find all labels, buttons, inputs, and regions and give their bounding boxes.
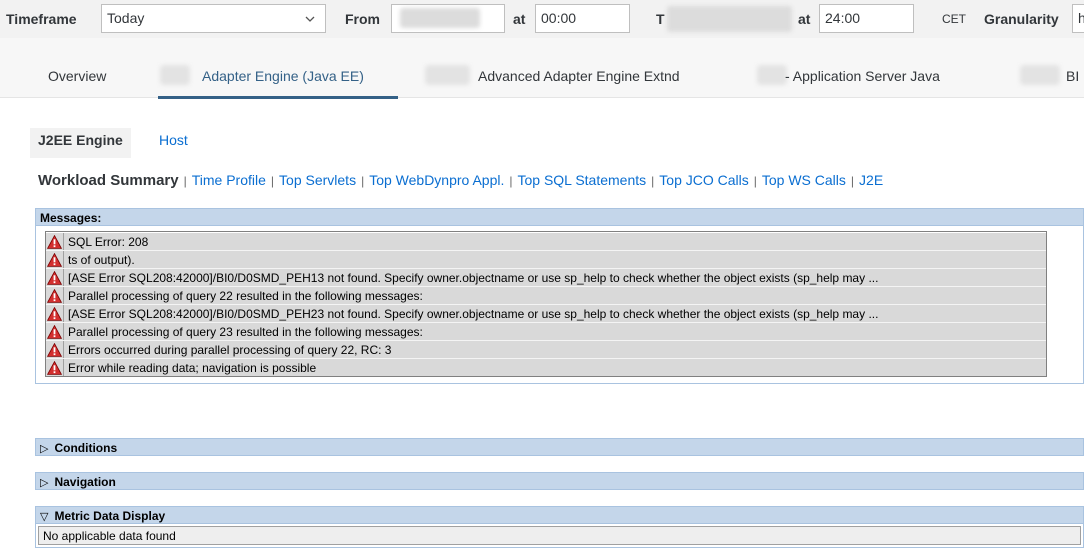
no-data-message: No applicable data found	[38, 526, 1081, 545]
link-workload-summary[interactable]: Workload Summary	[38, 172, 179, 189]
conditions-section[interactable]: ▷ Conditions	[35, 438, 1084, 456]
timeframe-label: Timeframe	[6, 11, 77, 27]
active-tab-indicator	[158, 96, 398, 99]
message-row: [ASE Error SQL208:42000]/BI0/D0SMD_PEH13…	[46, 268, 1046, 286]
from-at-label: at	[513, 11, 526, 27]
message-row: ts of output).	[46, 250, 1046, 268]
tab-bi[interactable]: BI	[1066, 68, 1079, 84]
from-label: From	[345, 11, 380, 27]
message-row: SQL Error: 208	[46, 232, 1046, 250]
metric-data-body: No applicable data found	[35, 524, 1084, 548]
conditions-title: Conditions	[54, 441, 118, 455]
granularity-select[interactable]: h	[1072, 4, 1084, 33]
from-time-input[interactable]: 00:00	[535, 4, 630, 33]
link-time-profile[interactable]: Time Profile	[192, 172, 266, 188]
link-j2e[interactable]: J2E	[859, 172, 883, 188]
tab-overview[interactable]: Overview	[48, 68, 106, 84]
error-icon	[46, 323, 64, 340]
expand-triangle-icon: ▷	[40, 443, 49, 455]
from-time-value: 00:00	[541, 10, 577, 26]
metric-data-title: Metric Data Display	[54, 509, 166, 523]
redacted-date	[400, 8, 480, 28]
timezone-label: CET	[942, 12, 966, 26]
error-icon	[46, 359, 64, 376]
redacted-tab-prefix	[1020, 65, 1060, 85]
message-text: [ASE Error SQL208:42000]/BI0/D0SMD_PEH23…	[68, 306, 879, 321]
tab-application-server-java[interactable]: - Application Server Java	[785, 68, 940, 84]
tab-adapter-engine[interactable]: Adapter Engine (Java EE)	[202, 68, 364, 84]
message-text: ts of output).	[68, 252, 135, 267]
redacted-tab-prefix	[160, 65, 190, 85]
link-top-jco[interactable]: Top JCO Calls	[659, 172, 748, 188]
redacted-to-date	[667, 6, 792, 32]
message-row: Parallel processing of query 22 resulted…	[46, 286, 1046, 304]
subtab-j2ee-engine[interactable]: J2EE Engine	[30, 128, 131, 158]
message-text: SQL Error: 208	[68, 234, 149, 249]
subtab-host[interactable]: Host	[151, 128, 196, 158]
timeframe-select[interactable]: Today	[101, 4, 326, 33]
message-text: Error while reading data; navigation is …	[68, 360, 317, 375]
to-label: T	[656, 11, 665, 27]
collapse-triangle-icon: ▽	[40, 511, 49, 523]
view-link-row: Workload Summary | Time Profile | Top Servle…	[38, 172, 884, 189]
message-row: [ASE Error SQL208:42000]/BI0/D0SMD_PEH23…	[46, 304, 1046, 322]
error-icon	[46, 251, 64, 268]
message-text: [ASE Error SQL208:42000]/BI0/D0SMD_PEH13…	[68, 270, 879, 285]
from-date-input[interactable]	[391, 4, 505, 33]
error-icon	[46, 269, 64, 286]
metric-data-section: ▽ Metric Data Display No applicable data …	[35, 506, 1084, 548]
expand-triangle-icon: ▷	[40, 477, 49, 489]
granularity-label: Granularity	[984, 11, 1059, 27]
message-list: SQL Error: 208 ts of output). [ASE Error S…	[45, 231, 1047, 377]
metric-data-header[interactable]: ▽ Metric Data Display	[35, 506, 1084, 524]
error-icon	[46, 305, 64, 322]
link-top-ws[interactable]: Top WS Calls	[762, 172, 846, 188]
error-icon	[46, 341, 64, 358]
tab-advanced-adapter-engine[interactable]: Advanced Adapter Engine Extnd	[478, 68, 680, 84]
main-tab-bar: Overview Adapter Engine (Java EE) Advanc…	[0, 38, 1084, 99]
link-top-sql[interactable]: Top SQL Statements	[517, 172, 646, 188]
timeframe-value: Today	[107, 10, 145, 26]
message-text: Errors occurred during parallel processi…	[68, 342, 392, 357]
message-row: Errors occurred during parallel processi…	[46, 340, 1046, 358]
link-top-servlets[interactable]: Top Servlets	[279, 172, 356, 188]
navigation-title: Navigation	[54, 475, 116, 489]
chevron-down-icon	[305, 16, 315, 22]
message-row: Parallel processing of query 23 resulted…	[46, 322, 1046, 340]
message-text: Parallel processing of query 22 resulted…	[68, 288, 423, 303]
to-at-label: at	[798, 11, 811, 27]
granularity-value: h	[1078, 10, 1084, 26]
messages-body: SQL Error: 208 ts of output). [ASE Error S…	[35, 226, 1084, 384]
redacted-tab-prefix	[425, 65, 470, 85]
filter-bar: Timeframe Today From at 00:00 T at 24:00…	[0, 0, 1084, 38]
link-top-webdynpro[interactable]: Top WebDynpro Appl.	[369, 172, 504, 188]
error-icon	[46, 233, 64, 250]
error-icon	[46, 287, 64, 304]
message-text: Parallel processing of query 23 resulted…	[68, 324, 423, 339]
message-row: Error while reading data; navigation is …	[46, 358, 1046, 376]
messages-panel: Messages: SQL Error: 208 ts of output). [A…	[35, 208, 1084, 384]
messages-title: Messages:	[35, 208, 1084, 226]
to-time-value: 24:00	[825, 10, 861, 26]
navigation-section[interactable]: ▷ Navigation	[35, 472, 1084, 490]
to-time-input[interactable]: 24:00	[819, 4, 914, 33]
redacted-tab-prefix	[757, 65, 787, 85]
